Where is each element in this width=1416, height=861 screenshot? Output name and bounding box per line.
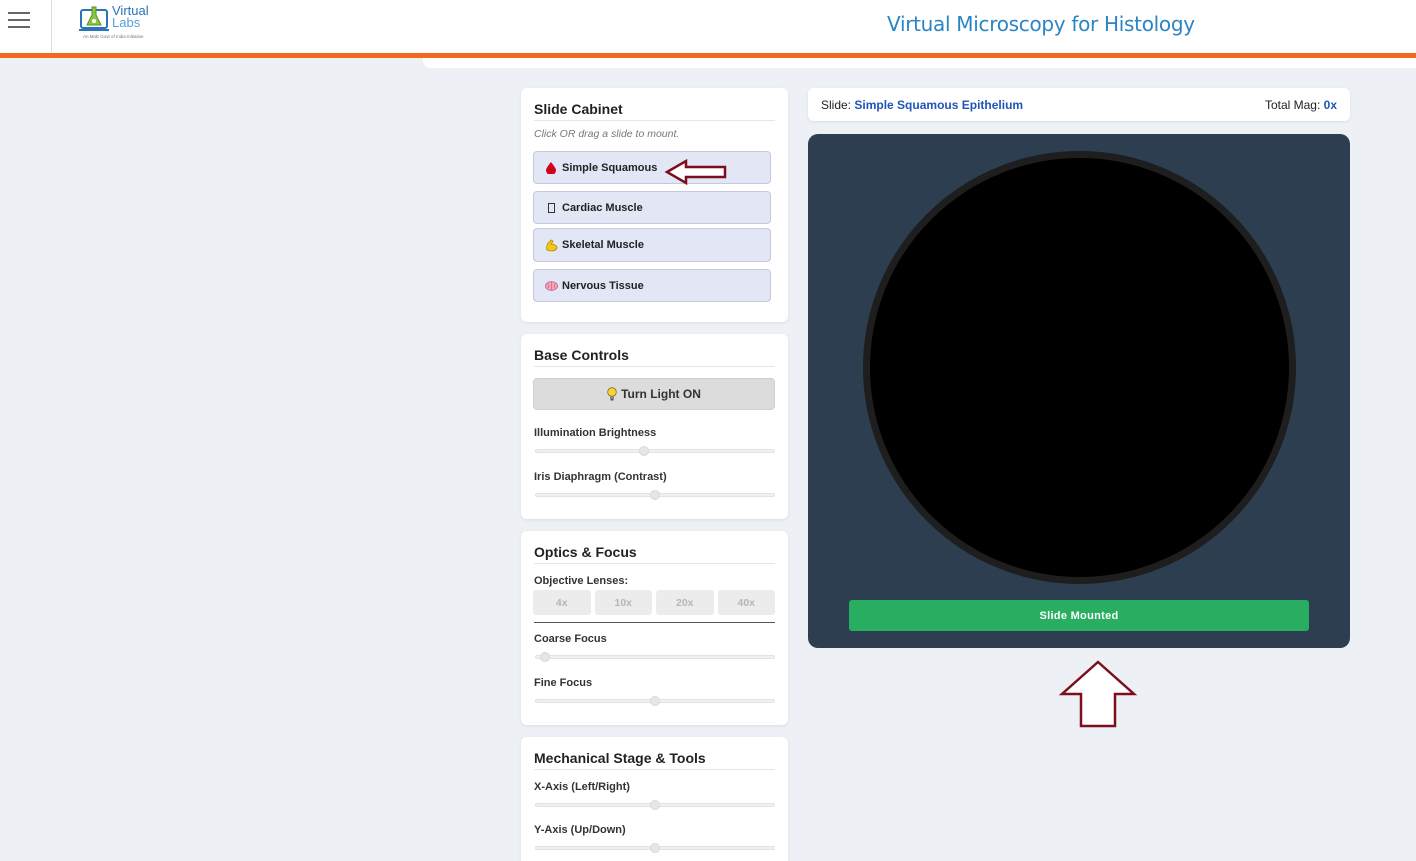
- light-button-label: Turn Light ON: [621, 387, 701, 401]
- header-divider: [51, 0, 52, 52]
- slider-thumb[interactable]: [539, 652, 550, 662]
- slide-cabinet-panel: Slide Cabinet Click OR drag a slide to m…: [521, 88, 788, 322]
- objective-10x-button[interactable]: 10x: [594, 590, 652, 615]
- up-arrow-annotation-icon: [1058, 660, 1138, 728]
- slide-prefix-label: Slide:: [821, 98, 852, 112]
- current-slide-name: Simple Squamous Epithelium: [854, 98, 1024, 112]
- microscope-stage: Slide Mounted: [808, 134, 1350, 648]
- logo-wordmark: Virtual Labs: [112, 4, 149, 30]
- brain-icon: [544, 280, 558, 291]
- illumination-label: Illumination Brightness: [534, 427, 657, 439]
- slide-label: Cardiac Muscle: [562, 201, 643, 214]
- iris-slider[interactable]: [535, 490, 775, 500]
- illumination-slider[interactable]: [535, 446, 775, 456]
- total-magnification-info: Total Mag: 0x: [1265, 98, 1337, 112]
- iris-label: Iris Diaphragm (Contrast): [534, 471, 667, 483]
- menu-icon[interactable]: [8, 12, 30, 30]
- flexed-biceps-icon: [544, 239, 558, 252]
- eyepiece-view[interactable]: [863, 151, 1296, 584]
- slider-thumb[interactable]: [650, 843, 660, 853]
- slider-thumb[interactable]: [650, 490, 660, 500]
- divider: [534, 769, 775, 770]
- slider-thumb[interactable]: [638, 446, 649, 456]
- slide-skeletal-muscle-button[interactable]: Skeletal Muscle: [533, 228, 771, 262]
- objective-40x-button[interactable]: 40x: [717, 590, 775, 615]
- optics-title: Optics & Focus: [534, 544, 637, 560]
- current-slide-info: Slide: Simple Squamous Epithelium: [821, 98, 1023, 112]
- logo-line2: Labs: [112, 15, 141, 30]
- slide-mounted-status-button[interactable]: Slide Mounted: [849, 600, 1309, 631]
- y-axis-label: Y-Axis (Up/Down): [534, 824, 626, 836]
- slide-cardiac-muscle-button[interactable]: Cardiac Muscle: [533, 191, 771, 224]
- divider: [534, 366, 775, 367]
- slider-thumb[interactable]: [650, 696, 660, 706]
- stage-tools-title: Mechanical Stage & Tools: [534, 750, 706, 766]
- light-bulb-icon: [607, 387, 617, 401]
- coarse-focus-label: Coarse Focus: [534, 633, 607, 645]
- objective-20x-button[interactable]: 20x: [656, 590, 714, 615]
- missing-glyph-icon: [544, 202, 558, 213]
- header-strip: [423, 58, 1416, 68]
- site-header: Virtual Labs An MoE Govt of India Initia…: [0, 0, 1416, 53]
- y-axis-slider[interactable]: [535, 843, 775, 853]
- slide-label: Skeletal Muscle: [562, 239, 644, 251]
- slider-track: [535, 655, 775, 659]
- optics-focus-panel: Optics & Focus Objective Lenses: 4x 10x …: [521, 531, 788, 725]
- virtual-labs-logo[interactable]: Virtual Labs An MoE Govt of India Initia…: [79, 2, 154, 42]
- blood-drop-icon: [544, 161, 558, 174]
- objective-4x-button[interactable]: 4x: [533, 590, 591, 615]
- slide-cabinet-title: Slide Cabinet: [534, 101, 623, 117]
- divider: [534, 622, 775, 623]
- slide-label: Nervous Tissue: [562, 279, 644, 292]
- slide-cabinet-hint: Click OR drag a slide to mount.: [534, 128, 680, 140]
- slide-info-bar: Slide: Simple Squamous Epithelium Total …: [808, 88, 1350, 121]
- objective-lenses-label: Objective Lenses:: [534, 575, 629, 587]
- slider-thumb[interactable]: [650, 800, 660, 810]
- coarse-focus-slider[interactable]: [535, 652, 775, 662]
- mag-prefix-label: Total Mag:: [1264, 98, 1321, 112]
- slider-track: [535, 449, 775, 453]
- slide-nervous-tissue-button[interactable]: Nervous Tissue: [533, 269, 771, 302]
- turn-light-on-button[interactable]: Turn Light ON: [533, 378, 775, 410]
- left-arrow-annotation-icon: [664, 158, 727, 186]
- fine-focus-slider[interactable]: [535, 696, 775, 706]
- divider: [534, 563, 775, 564]
- base-controls-title: Base Controls: [534, 347, 629, 363]
- logo-tagline: An MoE Govt of India Initiative: [83, 34, 144, 39]
- slide-simple-squamous-button[interactable]: Simple Squamous: [533, 151, 771, 184]
- slide-label: Simple Squamous: [562, 161, 658, 174]
- x-axis-slider[interactable]: [535, 800, 775, 810]
- x-axis-label: X-Axis (Left/Right): [534, 781, 630, 793]
- base-controls-panel: Base Controls Turn Light ON Illumination…: [521, 334, 788, 519]
- objective-lens-group: 4x 10x 20x 40x: [533, 590, 775, 615]
- flask-icon: [79, 6, 109, 31]
- divider: [534, 120, 775, 121]
- fine-focus-label: Fine Focus: [534, 677, 593, 689]
- total-magnification-value: 0x: [1323, 98, 1337, 112]
- page-title: Virtual Microscopy for Histology: [887, 12, 1195, 36]
- mechanical-stage-panel: Mechanical Stage & Tools X-Axis (Left/Ri…: [521, 737, 788, 861]
